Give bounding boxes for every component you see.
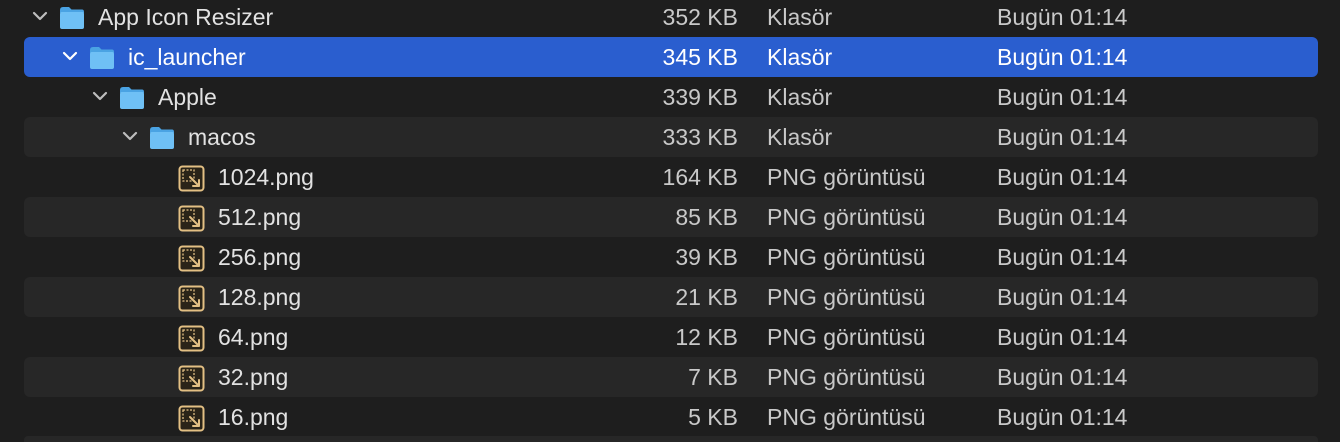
item-date: Bugün 01:14	[997, 324, 1128, 350]
item-kind: PNG görüntüsü	[767, 324, 926, 350]
png-file-icon	[178, 324, 205, 352]
item-date: Bugün 01:14	[997, 44, 1128, 70]
item-kind: Klasör	[767, 44, 833, 70]
item-name: 512.png	[218, 204, 302, 230]
item-kind: Klasör	[767, 4, 833, 30]
item-kind: PNG görüntüsü	[767, 164, 926, 190]
item-name: 128.png	[218, 284, 302, 310]
png-file-icon	[178, 204, 205, 232]
item-kind: PNG görüntüsü	[767, 204, 926, 230]
chevron-down-icon[interactable]	[120, 117, 140, 157]
item-date: Bugün 01:14	[997, 244, 1128, 270]
png-file-icon	[178, 404, 205, 432]
folder-icon	[88, 43, 116, 69]
list-row-file[interactable]: 256.png 39 KB PNG görüntüsü Bugün 01:14	[24, 237, 1318, 277]
list-row-file[interactable]: 16.png 5 KB PNG görüntüsü Bugün 01:14	[24, 397, 1318, 437]
list-row-file[interactable]: 64.png 12 KB PNG görüntüsü Bugün 01:14	[24, 317, 1318, 357]
list-row-file[interactable]: 128.png 21 KB PNG görüntüsü Bugün 01:14	[24, 277, 1318, 317]
item-name: ic_launcher	[128, 44, 246, 70]
item-date: Bugün 01:14	[997, 284, 1128, 310]
item-kind: PNG görüntüsü	[767, 364, 926, 390]
item-name: Apple	[158, 84, 217, 110]
item-date: Bugün 01:14	[997, 364, 1128, 390]
folder-icon	[118, 83, 146, 109]
item-size: 333 KB	[662, 124, 738, 150]
item-size: 164 KB	[662, 164, 738, 190]
list-row-file[interactable]: 1024.png 164 KB PNG görüntüsü Bugün 01:1…	[24, 157, 1318, 197]
item-size: 39 KB	[675, 244, 738, 270]
item-name: 32.png	[218, 364, 289, 390]
item-date: Bugün 01:14	[997, 164, 1128, 190]
png-file-icon	[178, 364, 205, 392]
item-kind: PNG görüntüsü	[767, 244, 926, 270]
item-date: Bugün 01:14	[997, 124, 1128, 150]
next-row-partial	[24, 436, 1318, 442]
item-name: App Icon Resizer	[98, 4, 274, 30]
list-row-macos[interactable]: macos 333 KB Klasör Bugün 01:14	[24, 117, 1318, 157]
item-size: 21 KB	[675, 284, 738, 310]
list-row-ic-launcher[interactable]: ic_launcher 345 KB Klasör Bugün 01:14	[24, 37, 1318, 77]
png-file-icon	[178, 164, 205, 192]
item-kind: PNG görüntüsü	[767, 284, 926, 310]
item-date: Bugün 01:14	[997, 404, 1128, 430]
chevron-down-icon[interactable]	[30, 0, 50, 37]
item-size: 339 KB	[662, 84, 738, 110]
item-kind: Klasör	[767, 124, 833, 150]
item-name: 256.png	[218, 244, 302, 270]
folder-icon	[58, 3, 86, 29]
item-size: 12 KB	[675, 324, 738, 350]
finder-list-view: App Icon Resizer 352 KB Klasör Bugün 01:…	[0, 0, 1340, 442]
item-size: 352 KB	[662, 4, 738, 30]
item-size: 7 KB	[688, 364, 738, 390]
list-row-apple[interactable]: Apple 339 KB Klasör Bugün 01:14	[24, 77, 1318, 117]
folder-icon	[148, 123, 176, 149]
item-size: 85 KB	[675, 204, 738, 230]
item-date: Bugün 01:14	[997, 204, 1128, 230]
chevron-down-icon[interactable]	[90, 77, 110, 117]
png-file-icon	[178, 284, 205, 312]
png-file-icon	[178, 244, 205, 272]
item-date: Bugün 01:14	[997, 84, 1128, 110]
item-name: 16.png	[218, 404, 289, 430]
item-size: 345 KB	[662, 44, 738, 70]
list-row-app-icon-resizer[interactable]: App Icon Resizer 352 KB Klasör Bugün 01:…	[24, 0, 1318, 37]
item-size: 5 KB	[688, 404, 738, 430]
item-name: 1024.png	[218, 164, 314, 190]
list-row-file[interactable]: 32.png 7 KB PNG görüntüsü Bugün 01:14	[24, 357, 1318, 397]
item-kind: PNG görüntüsü	[767, 404, 926, 430]
item-date: Bugün 01:14	[997, 4, 1128, 30]
item-kind: Klasör	[767, 84, 833, 110]
list-row-file[interactable]: 512.png 85 KB PNG görüntüsü Bugün 01:14	[24, 197, 1318, 237]
item-name: 64.png	[218, 324, 289, 350]
item-name: macos	[188, 124, 256, 150]
chevron-down-icon[interactable]	[60, 37, 80, 77]
